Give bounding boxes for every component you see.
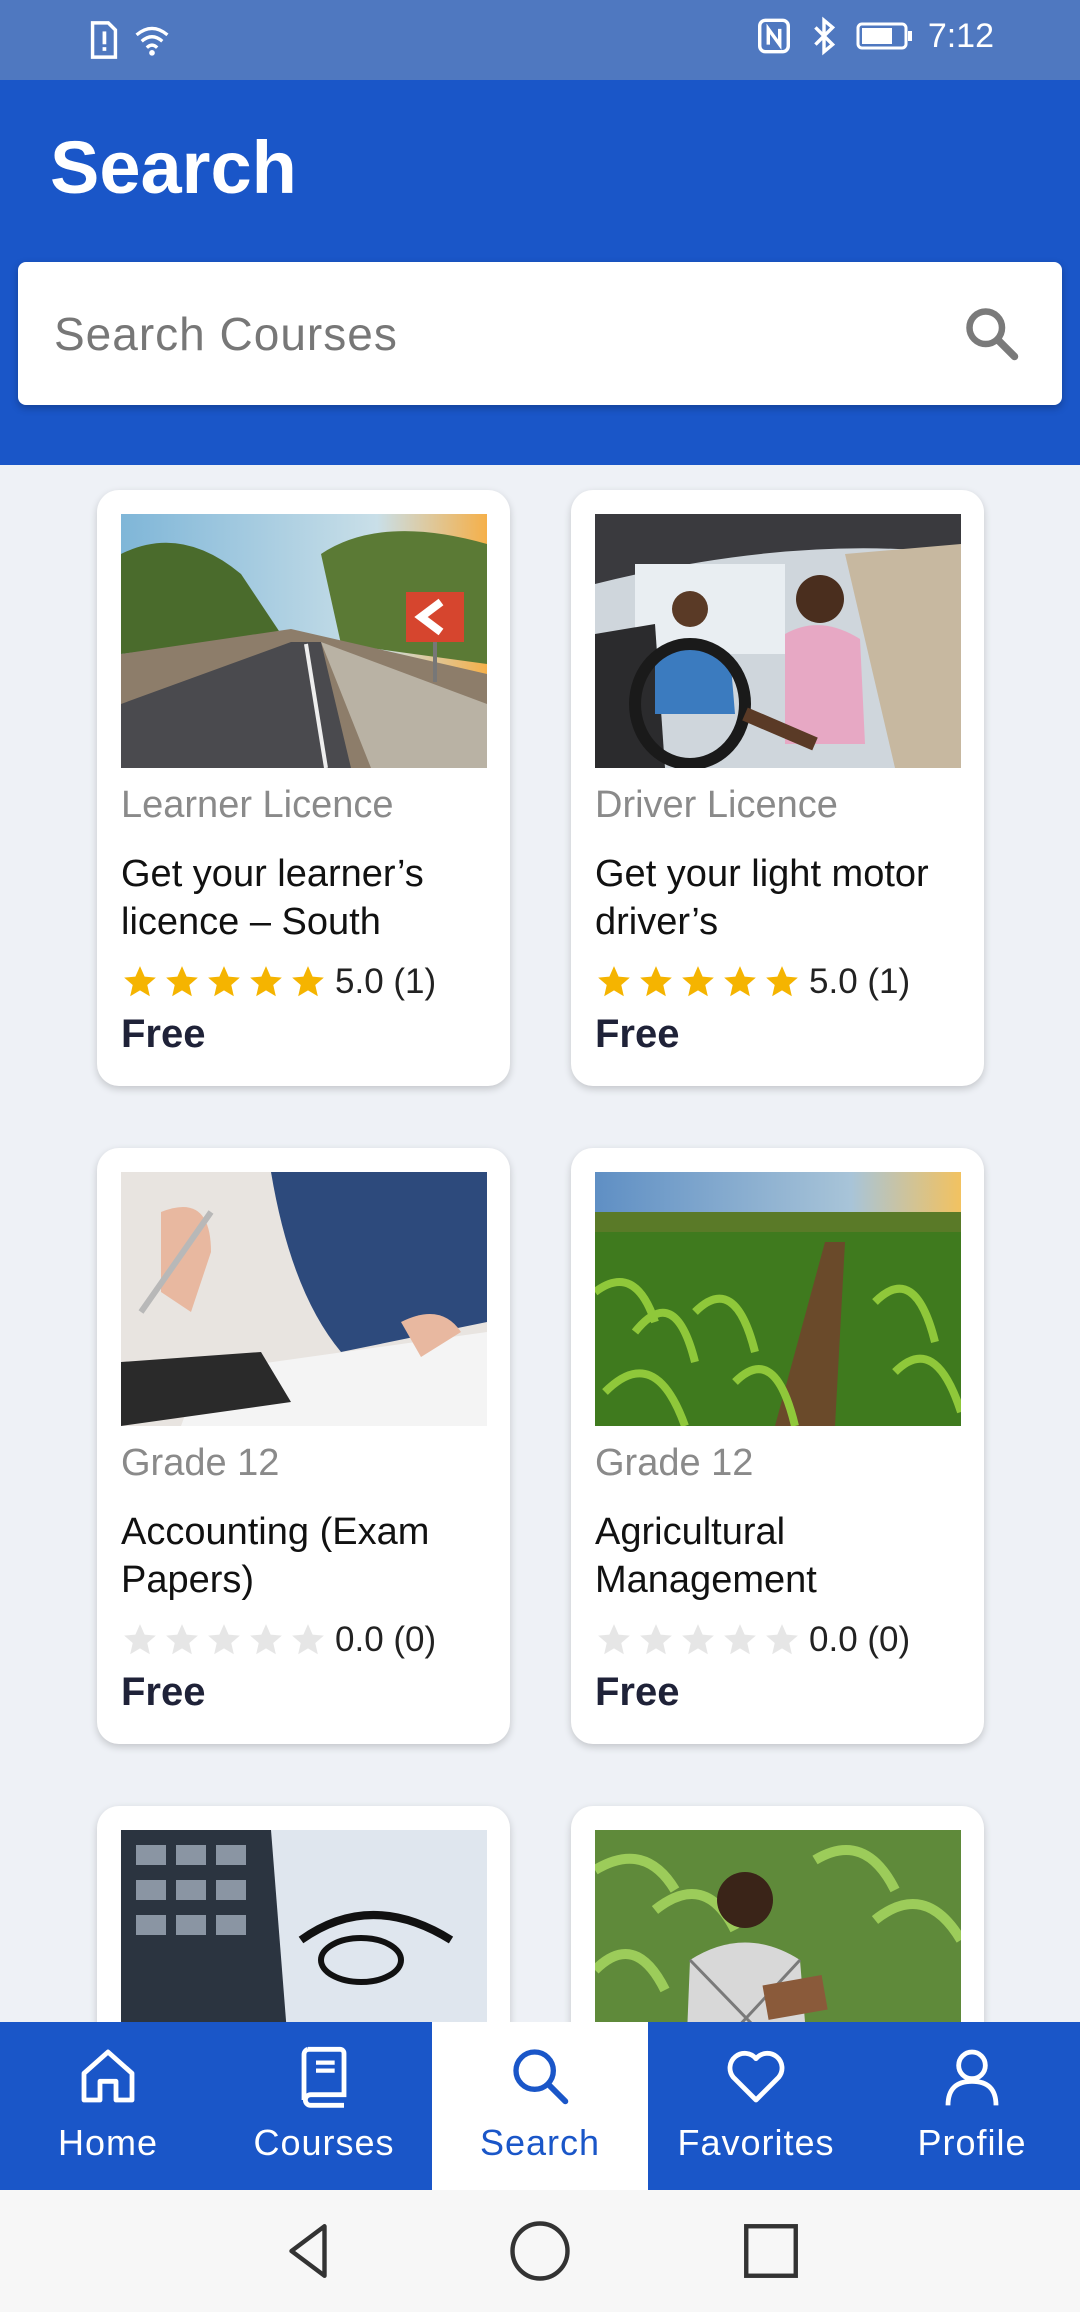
star-rating <box>121 963 327 1001</box>
star-empty-icon <box>250 1624 282 1655</box>
farmer-image <box>595 1830 961 2022</box>
search-icon[interactable] <box>962 304 1022 364</box>
course-rating: 5.0 (1) <box>595 960 910 1004</box>
rating-text: 5.0 (1) <box>809 962 911 1001</box>
course-price: Free <box>595 1012 680 1056</box>
course-card[interactable] <box>571 1806 984 2022</box>
star-empty-icon <box>598 1624 630 1655</box>
status-right: 7:12 <box>756 16 994 56</box>
course-title: Agricultural Management <box>595 1511 817 1601</box>
star-filled-icon <box>598 966 630 997</box>
road-image <box>121 514 487 768</box>
course-card[interactable] <box>97 1806 510 2022</box>
star-empty-icon <box>682 1624 714 1655</box>
star-empty-icon <box>292 1624 324 1655</box>
status-time: 7:12 <box>927 16 994 55</box>
star-rating <box>595 1621 801 1659</box>
course-card[interactable]: Grade 12 Accounting (Exam Papers) 0.0 (0… <box>97 1148 510 1744</box>
status-left <box>86 20 170 60</box>
course-title: Get your light motor driver’s <box>595 853 929 943</box>
course-category: Driver Licence <box>595 784 838 826</box>
course-price: Free <box>121 1012 206 1056</box>
rating-text: 5.0 (1) <box>335 962 437 1001</box>
nav-favorites[interactable]: Favorites <box>648 2022 864 2190</box>
star-empty-icon <box>124 1624 156 1655</box>
star-filled-icon <box>682 966 714 997</box>
back-icon[interactable] <box>275 2218 341 2284</box>
course-card[interactable]: Grade 12 Agricultural Management 0.0 (0)… <box>571 1148 984 1744</box>
bottom-nav: Home Courses Search Favorites Profile <box>0 2022 1080 2190</box>
home-icon <box>81 2049 135 2103</box>
nfc-icon <box>757 18 790 54</box>
star-empty-icon <box>166 1624 198 1655</box>
book-icon <box>301 2046 347 2108</box>
star-filled-icon <box>724 966 756 997</box>
course-card[interactable]: Driver Licence Get your light motor driv… <box>571 490 984 1086</box>
course-rating: 0.0 (0) <box>595 1618 910 1662</box>
heart-icon <box>727 2050 785 2103</box>
bluetooth-icon <box>814 16 835 56</box>
course-title: Accounting (Exam Papers) <box>121 1511 430 1601</box>
star-filled-icon <box>124 966 156 997</box>
star-filled-icon <box>292 966 324 997</box>
search-box <box>18 262 1062 405</box>
search-input[interactable] <box>54 262 934 405</box>
star-filled-icon <box>250 966 282 997</box>
nav-courses[interactable]: Courses <box>216 2022 432 2190</box>
search-icon <box>513 2049 569 2105</box>
sim-alert-icon <box>90 21 118 59</box>
nav-label: Profile <box>917 2122 1027 2163</box>
person-icon <box>945 2049 999 2106</box>
header: Search <box>0 80 1080 465</box>
status-bar: 7:12 <box>0 0 1080 80</box>
nav-label: Favorites <box>677 2122 835 2163</box>
rating-text: 0.0 (0) <box>809 1620 911 1659</box>
nav-label: Search <box>479 2122 601 2163</box>
star-empty-icon <box>724 1624 756 1655</box>
cornfield-image <box>595 1172 961 1426</box>
star-empty-icon <box>640 1624 672 1655</box>
course-price: Free <box>595 1670 680 1714</box>
nav-label: Home <box>57 2122 159 2163</box>
course-category: Grade 12 <box>121 1442 280 1484</box>
course-rating: 5.0 (1) <box>121 960 436 1004</box>
car-drivers-image <box>595 514 961 768</box>
star-rating <box>121 1621 327 1659</box>
course-grid: Learner Licence Get your learner’s licen… <box>0 465 1080 2022</box>
nav-label: Courses <box>253 2122 395 2163</box>
course-rating: 0.0 (0) <box>121 1618 436 1662</box>
course-category: Learner Licence <box>121 784 394 826</box>
course-title: Get your learner’s licence – South <box>121 853 424 943</box>
star-filled-icon <box>766 966 798 997</box>
course-price: Free <box>121 1670 206 1714</box>
calculator-glasses-image <box>121 1830 487 2022</box>
star-filled-icon <box>208 966 240 997</box>
calculator-hands-image <box>121 1172 487 1426</box>
star-filled-icon <box>640 966 672 997</box>
rating-text: 0.0 (0) <box>335 1620 437 1659</box>
page-title: Search <box>50 126 297 209</box>
recents-icon[interactable] <box>738 2218 804 2284</box>
course-category: Grade 12 <box>595 1442 754 1484</box>
star-empty-icon <box>208 1624 240 1655</box>
battery-icon <box>856 22 912 50</box>
star-empty-icon <box>766 1624 798 1655</box>
star-filled-icon <box>166 966 198 997</box>
wifi-icon <box>135 26 169 56</box>
nav-home[interactable]: Home <box>0 2022 216 2190</box>
nav-profile[interactable]: Profile <box>864 2022 1080 2190</box>
star-rating <box>595 963 801 1001</box>
system-nav-bar <box>0 2190 1080 2312</box>
home-circle-icon[interactable] <box>507 2218 573 2284</box>
nav-search[interactable]: Search <box>432 2022 648 2190</box>
course-card[interactable]: Learner Licence Get your learner’s licen… <box>97 490 510 1086</box>
